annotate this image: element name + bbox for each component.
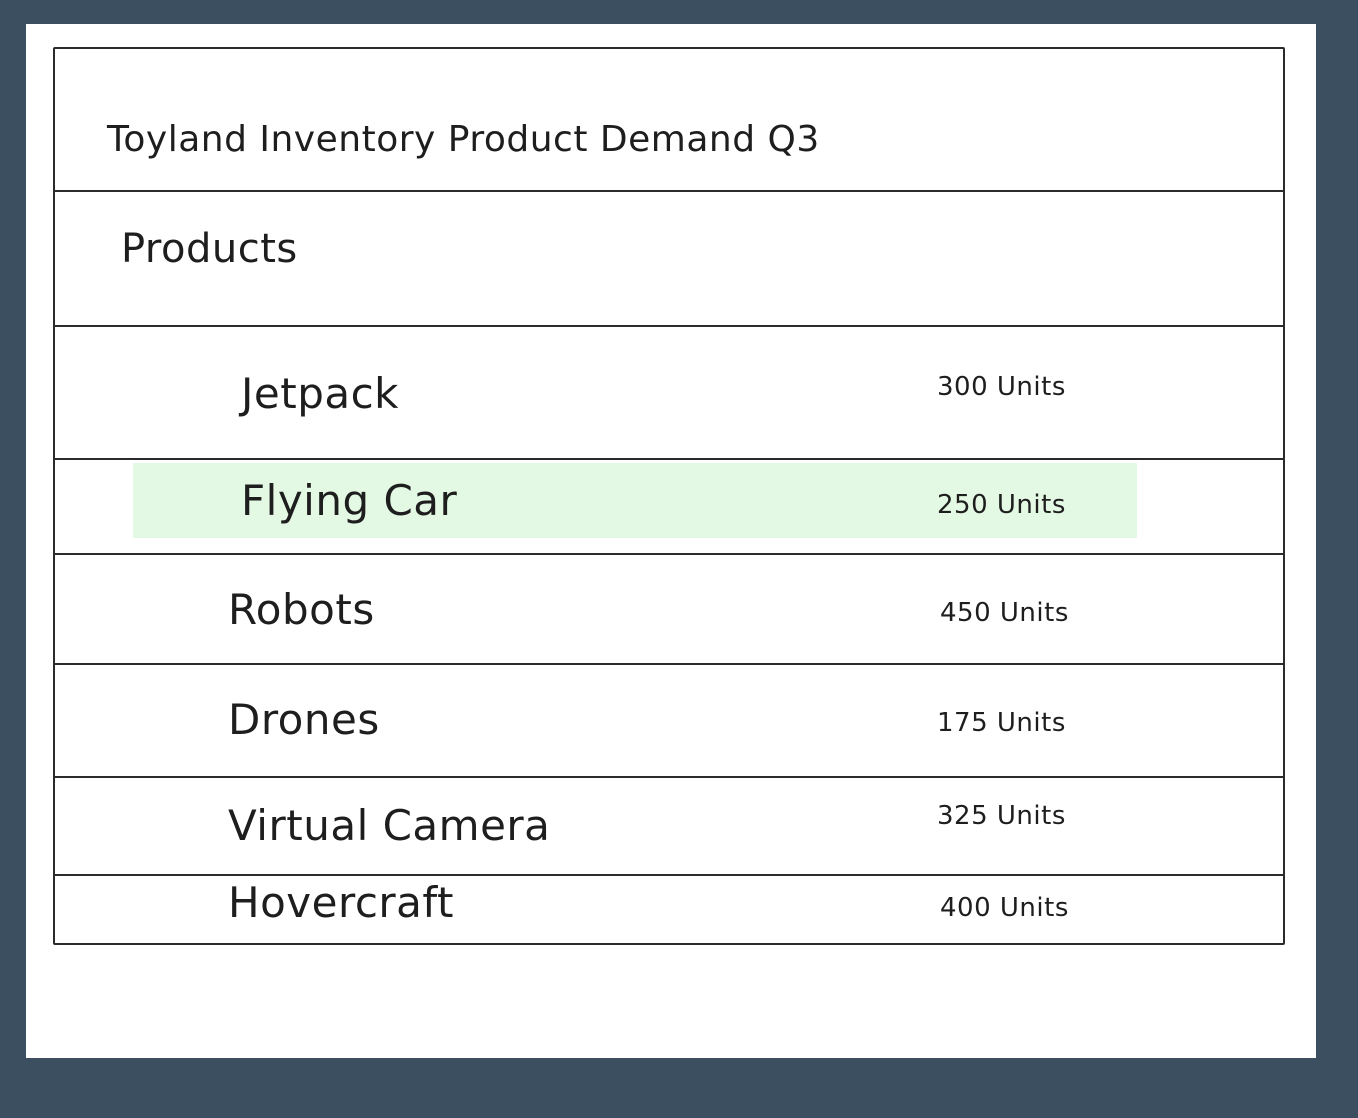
product-units: 325 Units	[937, 801, 1066, 831]
product-row-flying-car[interactable]: Flying Car 250 Units	[55, 460, 1283, 555]
product-row-jetpack[interactable]: Jetpack 300 Units	[55, 327, 1283, 460]
product-units: 400 Units	[940, 893, 1069, 923]
product-name: Flying Car	[241, 476, 458, 525]
product-name: Hovercraft	[228, 878, 454, 927]
product-units: 175 Units	[937, 708, 1066, 738]
products-header-row: Products	[55, 192, 1283, 327]
product-units: 250 Units	[937, 490, 1066, 520]
product-name: Virtual Camera	[228, 801, 551, 850]
product-name: Drones	[228, 695, 380, 744]
product-row-hovercraft[interactable]: Hovercraft 400 Units	[55, 876, 1283, 943]
product-name: Robots	[228, 585, 375, 634]
products-heading: Products	[121, 226, 298, 272]
inventory-panel: Toyland Inventory Product Demand Q3 Prod…	[53, 47, 1285, 945]
sketch-canvas: Toyland Inventory Product Demand Q3 Prod…	[26, 24, 1316, 1058]
product-row-virtual-camera[interactable]: Virtual Camera 325 Units	[55, 778, 1283, 876]
product-units: 450 Units	[940, 598, 1069, 628]
product-row-robots[interactable]: Robots 450 Units	[55, 555, 1283, 665]
title-row: Toyland Inventory Product Demand Q3	[55, 49, 1283, 192]
product-row-drones[interactable]: Drones 175 Units	[55, 665, 1283, 778]
product-units: 300 Units	[937, 372, 1066, 402]
page-title: Toyland Inventory Product Demand Q3	[107, 119, 820, 160]
product-name: Jetpack	[241, 369, 400, 418]
